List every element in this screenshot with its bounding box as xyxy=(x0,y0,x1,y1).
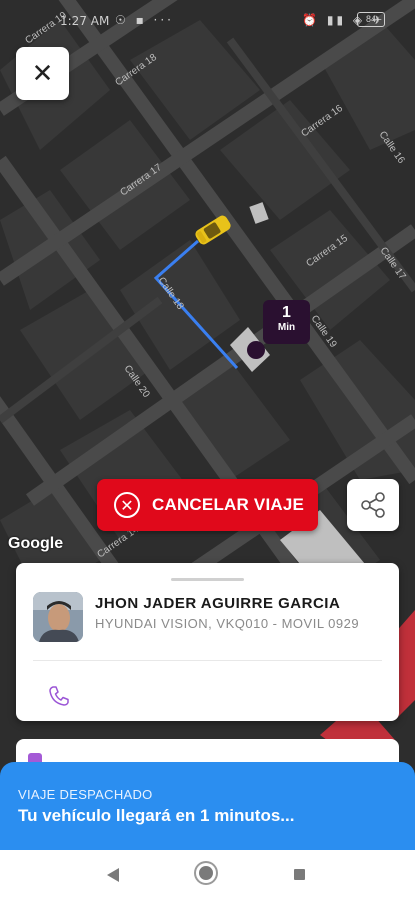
cancel-trip-button[interactable]: ✕ CANCELAR VIAJE xyxy=(97,479,318,531)
status-time: 1:27 AM xyxy=(60,14,110,28)
phone-icon xyxy=(49,686,69,706)
google-logo: Google xyxy=(8,535,64,552)
trip-status-label: VIAJE DESPACHADO xyxy=(18,787,153,802)
nav-home-icon[interactable] xyxy=(199,866,213,880)
eta-value: 1 xyxy=(282,304,291,321)
cancel-trip-label: CANCELAR VIAJE xyxy=(152,495,305,514)
share-button[interactable] xyxy=(347,479,399,531)
vehicle-info: HYUNDAI VISION, VKQ010 - MOVIL 0929 xyxy=(95,616,360,631)
drag-handle[interactable] xyxy=(171,578,244,581)
nav-back-icon[interactable] xyxy=(107,868,119,882)
call-driver-button[interactable] xyxy=(46,683,72,709)
destination-marker-icon xyxy=(247,341,265,359)
driver-avatar xyxy=(33,592,83,642)
system-nav-bar xyxy=(0,850,415,900)
trip-status-banner: VIAJE DESPACHADO Tu vehículo llegará en … xyxy=(0,762,415,850)
status-notification-icons: ☉ ▪ ··· xyxy=(115,13,174,27)
close-icon: ✕ xyxy=(31,58,54,89)
share-icon xyxy=(361,492,385,518)
eta-unit: Min xyxy=(277,322,296,333)
driver-name: JHON JADER AGUIRRE GARCIA xyxy=(95,595,341,612)
status-bar: 1:27 AM ☉ ▪ ··· ⏰ ▮▮ ◈ ✈︎ 84 xyxy=(0,0,415,40)
x-circle-icon: ✕ xyxy=(114,492,140,518)
close-button[interactable]: ✕ xyxy=(16,47,69,100)
battery-icon: 84 xyxy=(357,12,385,27)
nav-recents-icon[interactable] xyxy=(294,869,305,880)
divider xyxy=(33,660,382,661)
eta-badge: 1 Min xyxy=(263,300,310,344)
trip-status-message: Tu vehículo llegará en 1 minutos... xyxy=(18,806,295,825)
driver-card: JHON JADER AGUIRRE GARCIA HYUNDAI VISION… xyxy=(16,563,399,721)
